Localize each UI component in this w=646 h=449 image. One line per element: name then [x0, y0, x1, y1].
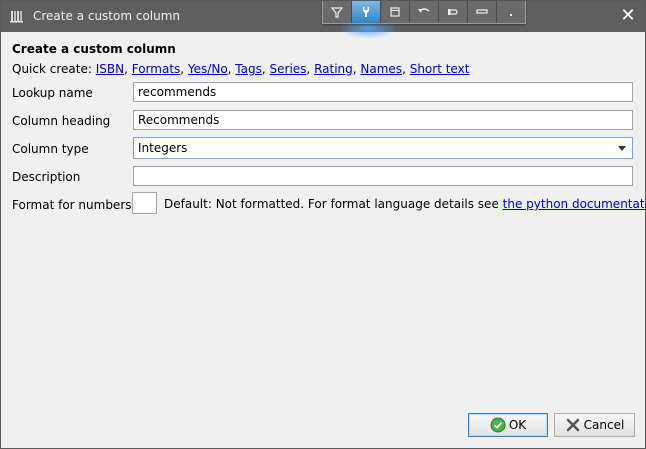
column-type-label: Column type [12, 142, 89, 156]
quick-create-short-text[interactable]: Short text [410, 62, 470, 76]
description-label: Description [12, 170, 81, 184]
format-numbers-input[interactable] [132, 192, 157, 214]
column-type-select[interactable]: Integers [133, 137, 633, 159]
quick-create-names[interactable]: Names [360, 62, 402, 76]
dialog-heading: Create a custom column [12, 42, 176, 56]
quick-create-tags[interactable]: Tags [235, 62, 262, 76]
format-help-text: Default: Not formatted. For format langu… [164, 197, 499, 211]
quick-create-yes-no[interactable]: Yes/No [188, 62, 228, 76]
quick-create-series[interactable]: Series [270, 62, 307, 76]
dialog-window: Create a custom column ✕ Create a custom… [0, 0, 646, 449]
lookup-name-label: Lookup name [12, 86, 93, 100]
quick-create-label: Quick create: [12, 62, 92, 76]
ok-button-label: OK [508, 418, 527, 432]
calibre-library-icon [10, 9, 24, 23]
dot-icon[interactable] [497, 1, 525, 23]
lookup-name-input[interactable]: recommends [133, 82, 633, 102]
column-heading-label: Column heading [12, 114, 111, 128]
wrench-icon[interactable] [352, 1, 381, 23]
quick-create-isbn[interactable]: ISBN [96, 62, 124, 76]
quick-create-formats[interactable]: Formats [132, 62, 181, 76]
pin-icon[interactable] [439, 1, 468, 23]
undo-icon[interactable] [410, 1, 439, 23]
column-type-value: Integers [138, 141, 188, 155]
dialog-content: Create a custom column Quick create: ISB… [1, 32, 646, 448]
x-icon [565, 417, 581, 433]
window-icon[interactable] [381, 1, 410, 23]
python-documentation-link[interactable]: the python documentation [503, 197, 646, 211]
quick-create-rating[interactable]: Rating [314, 62, 353, 76]
floating-toolbar [322, 1, 526, 24]
description-input[interactable] [133, 166, 633, 186]
close-icon[interactable]: ✕ [617, 5, 639, 27]
minimize-bar-icon[interactable] [468, 1, 497, 23]
window-title: Create a custom column [33, 9, 181, 23]
ok-button[interactable]: OK [468, 413, 548, 437]
check-circle-icon [490, 417, 506, 433]
format-help: Default: Not formatted. For format langu… [164, 197, 646, 211]
funnel-icon[interactable] [323, 1, 352, 23]
column-heading-input[interactable]: Recommends [133, 110, 633, 130]
cancel-button-label: Cancel [583, 418, 625, 432]
quick-create-row: Quick create: ISBN, Formats, Yes/No, Tag… [12, 62, 470, 76]
chevron-down-icon[interactable] [618, 146, 626, 151]
format-numbers-label: Format for numbers [12, 198, 132, 212]
cancel-button[interactable]: Cancel [554, 413, 635, 437]
